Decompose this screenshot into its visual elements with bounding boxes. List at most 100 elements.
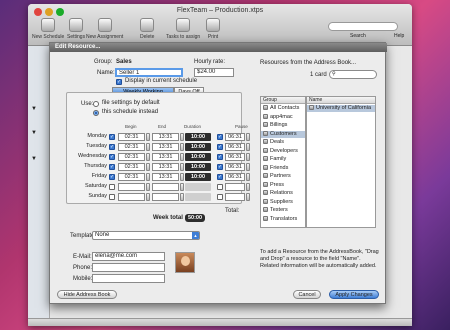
group-item[interactable]: Press — [263, 182, 284, 189]
group-item[interactable]: Testers — [263, 207, 288, 214]
name-field[interactable]: Seller 1 — [115, 68, 183, 77]
pause-time-field[interactable] — [225, 193, 245, 201]
group-item[interactable]: Suppliers — [263, 199, 293, 206]
group-header[interactable]: Group — [261, 97, 305, 104]
end-stepper[interactable] — [180, 193, 184, 201]
pause-stepper[interactable] — [246, 173, 250, 181]
end-stepper[interactable] — [180, 153, 184, 161]
contact-item[interactable]: University of California — [307, 105, 375, 112]
contact-photo[interactable] — [175, 252, 195, 273]
pause-stepper[interactable] — [246, 183, 250, 191]
search-input[interactable] — [328, 22, 398, 31]
day-checkbox[interactable] — [109, 194, 115, 200]
day-checkbox[interactable] — [109, 164, 115, 170]
group-item[interactable]: Family — [263, 156, 286, 163]
name-list[interactable]: Name University of California — [306, 96, 376, 228]
group-item[interactable]: Friends — [263, 165, 288, 172]
disclosure-triangle-icon[interactable]: ▼ — [31, 156, 37, 162]
begin-stepper[interactable] — [146, 133, 150, 141]
begin-time-field[interactable]: 02:31 — [118, 153, 145, 161]
mobile-field[interactable] — [92, 274, 165, 283]
radio-file-settings[interactable] — [93, 101, 99, 107]
phone-field[interactable] — [92, 263, 165, 272]
end-time-field[interactable]: 13:31 — [152, 153, 179, 161]
group-item[interactable]: Billings — [263, 122, 287, 129]
disclosure-triangle-icon[interactable]: ▼ — [31, 130, 37, 136]
pause-checkbox[interactable] — [217, 154, 223, 160]
day-checkbox[interactable] — [109, 154, 115, 160]
toolbar-button[interactable]: Delete — [140, 18, 154, 40]
pause-time-field[interactable]: 06:31 — [225, 133, 245, 141]
begin-time-field[interactable] — [118, 193, 145, 201]
end-stepper[interactable] — [180, 163, 184, 171]
begin-stepper[interactable] — [146, 183, 150, 191]
begin-time-field[interactable] — [118, 183, 145, 191]
pause-time-field[interactable]: 06:31 — [225, 163, 245, 171]
group-item[interactable]: Developers — [263, 148, 298, 155]
day-checkbox[interactable] — [109, 144, 115, 150]
hourly-rate-field[interactable]: $24.00 — [194, 68, 234, 77]
pause-time-field[interactable]: 06:31 — [225, 173, 245, 181]
end-time-field[interactable]: 13:31 — [152, 143, 179, 151]
pause-stepper[interactable] — [246, 163, 250, 171]
sheet-header: Edit Resource... — [50, 43, 387, 52]
hide-address-book-button[interactable]: Hide Address Book — [57, 290, 117, 299]
pause-stepper[interactable] — [246, 143, 250, 151]
end-time-field[interactable]: 13:31 — [152, 163, 179, 171]
radio-custom-schedule[interactable] — [93, 110, 99, 116]
end-stepper[interactable] — [180, 133, 184, 141]
address-book-search[interactable]: ⚲ — [329, 70, 377, 79]
group-item[interactable]: app4mac — [263, 114, 293, 121]
pause-time-field[interactable]: 06:31 — [225, 153, 245, 161]
end-stepper[interactable] — [180, 173, 184, 181]
pause-time-field[interactable]: 06:31 — [225, 143, 245, 151]
pause-checkbox[interactable] — [217, 184, 223, 190]
pause-checkbox[interactable] — [217, 194, 223, 200]
group-item[interactable]: All Contacts — [263, 105, 299, 112]
disclosure-triangle-icon[interactable]: ▼ — [31, 106, 37, 112]
group-item[interactable]: Partners — [263, 173, 291, 180]
email-field[interactable]: elena@me.com — [92, 252, 165, 261]
end-time-field[interactable]: 13:31 — [152, 173, 179, 181]
template-select[interactable]: None ▲ — [92, 231, 200, 240]
toolbar-button[interactable]: New Schedule — [32, 18, 64, 40]
group-list[interactable]: Group All Contacts app4mac Billings Custome… — [260, 96, 306, 228]
group-item[interactable]: Deals — [263, 139, 284, 146]
display-checkbox[interactable] — [116, 79, 122, 85]
end-time-field[interactable] — [152, 193, 179, 201]
toolbar-button[interactable]: Settings — [67, 18, 85, 40]
begin-stepper[interactable] — [146, 173, 150, 181]
name-header[interactable]: Name — [307, 97, 375, 104]
pause-stepper[interactable] — [246, 133, 250, 141]
end-stepper[interactable] — [180, 143, 184, 151]
toolbar-button[interactable]: New Assignment — [86, 18, 123, 40]
pause-checkbox[interactable] — [217, 144, 223, 150]
day-checkbox[interactable] — [109, 174, 115, 180]
group-item[interactable]: Translators — [263, 216, 297, 223]
begin-stepper[interactable] — [146, 143, 150, 151]
day-checkbox[interactable] — [109, 184, 115, 190]
group-item-label: Developers — [270, 147, 298, 154]
toolbar-button[interactable]: Print — [206, 18, 220, 40]
begin-time-field[interactable]: 02:31 — [118, 133, 145, 141]
pause-time-field[interactable] — [225, 183, 245, 191]
group-item[interactable]: Relations — [263, 190, 293, 197]
pause-checkbox[interactable] — [217, 174, 223, 180]
end-time-field[interactable] — [152, 183, 179, 191]
pause-stepper[interactable] — [246, 153, 250, 161]
begin-stepper[interactable] — [146, 163, 150, 171]
duration-value: 10:00 — [185, 143, 211, 151]
begin-time-field[interactable]: 02:31 — [118, 143, 145, 151]
day-checkbox[interactable] — [109, 134, 115, 140]
begin-time-field[interactable]: 02:31 — [118, 163, 145, 171]
end-time-field[interactable]: 13:31 — [152, 133, 179, 141]
toolbar-button[interactable]: Tasks to assign — [166, 18, 200, 40]
begin-stepper[interactable] — [146, 193, 150, 201]
pause-stepper[interactable] — [246, 193, 250, 201]
begin-stepper[interactable] — [146, 153, 150, 161]
end-stepper[interactable] — [180, 183, 184, 191]
begin-time-field[interactable]: 02:31 — [118, 173, 145, 181]
group-item[interactable]: Customers — [261, 130, 305, 138]
pause-checkbox[interactable] — [217, 164, 223, 170]
pause-checkbox[interactable] — [217, 134, 223, 140]
